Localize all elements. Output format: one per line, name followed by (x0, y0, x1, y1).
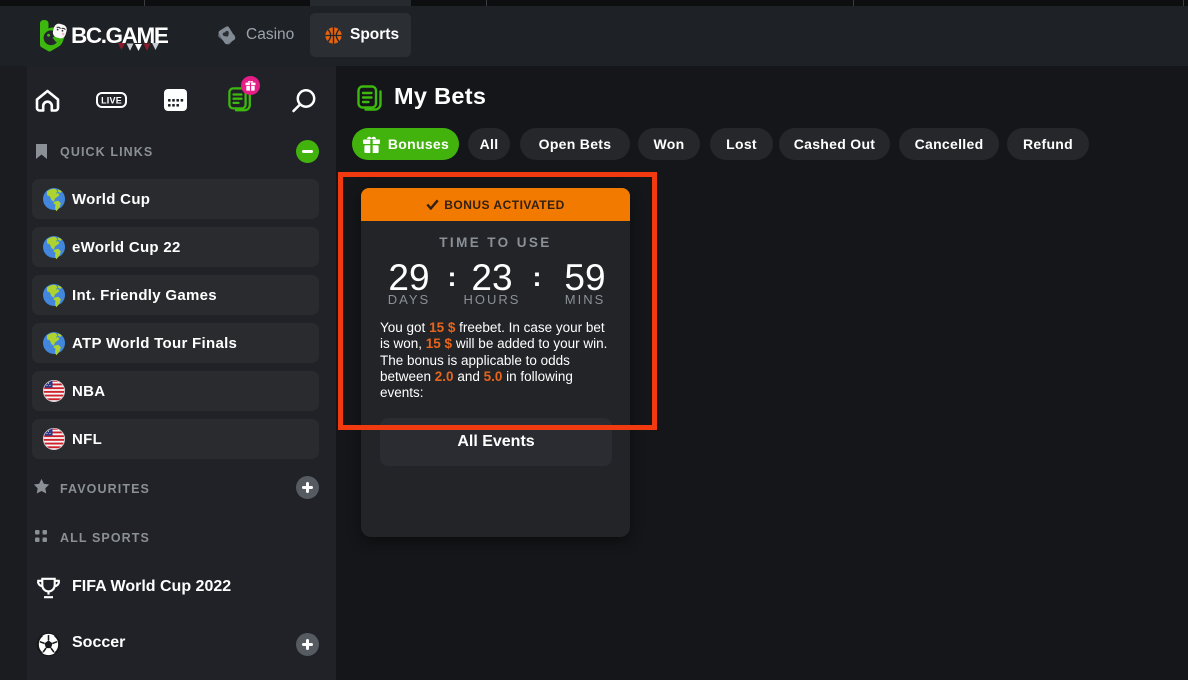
svg-text:LIVE: LIVE (101, 96, 122, 106)
